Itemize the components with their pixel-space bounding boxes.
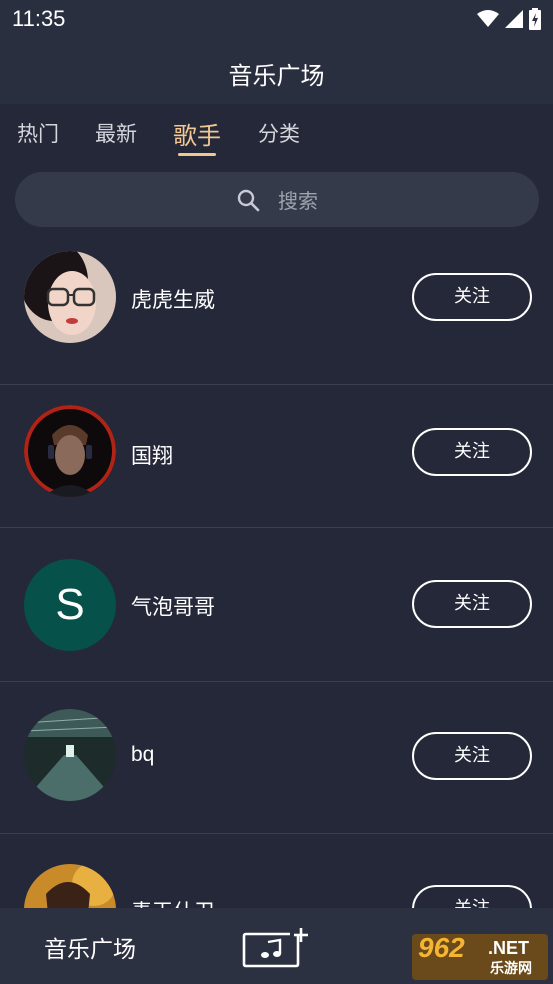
singer-avatar	[24, 405, 116, 497]
search-bar[interactable]: 搜索	[15, 172, 539, 227]
singer-name: 国翔	[131, 444, 173, 468]
singer-avatar-letter: S	[24, 559, 116, 651]
status-icons	[477, 8, 541, 30]
tab-categories[interactable]: 分类	[258, 118, 300, 148]
header: 音乐广场	[0, 38, 553, 104]
watermark-logo: 962 .NET 乐游网	[412, 932, 548, 980]
tab-latest[interactable]: 最新	[95, 118, 137, 148]
singer-row[interactable]: 虎虎生威 关注	[0, 232, 553, 385]
singer-row[interactable]: 毒王什卫 关注	[0, 834, 553, 908]
singer-name: 毒王什卫	[131, 896, 215, 908]
tab-singers[interactable]: 歌手	[173, 116, 221, 151]
search-icon	[237, 189, 260, 211]
follow-button[interactable]: 关注	[412, 885, 532, 908]
battery-icon	[529, 8, 541, 30]
active-tab-indicator	[178, 153, 216, 156]
singer-row[interactable]: S 气泡哥哥 关注	[0, 529, 553, 682]
follow-button[interactable]: 关注	[412, 428, 532, 476]
singer-name: 气泡哥哥	[131, 595, 215, 619]
follow-button[interactable]: 关注	[412, 732, 532, 780]
singer-avatar	[24, 864, 116, 908]
singer-row[interactable]: 国翔 关注	[0, 375, 553, 528]
follow-button[interactable]: 关注	[412, 580, 532, 628]
signal-icon	[505, 10, 523, 28]
search-placeholder: 搜索	[278, 189, 318, 213]
status-bar: 11:35	[0, 0, 553, 38]
singer-list: 虎虎生威 关注 国翔 关注 S 气泡哥哥 关注 bq 关注	[0, 232, 553, 908]
singer-name: bq	[131, 743, 155, 766]
status-time: 11:35	[12, 6, 66, 31]
singer-avatar	[24, 709, 116, 801]
singer-row[interactable]: bq 关注	[0, 681, 553, 834]
wifi-icon	[477, 10, 499, 27]
music-add-icon[interactable]	[242, 928, 310, 968]
tab-hot[interactable]: 热门	[17, 118, 59, 148]
nav-music-square[interactable]: 音乐广场	[44, 930, 136, 964]
follow-button[interactable]: 关注	[412, 273, 532, 321]
singer-name: 虎虎生威	[131, 288, 215, 312]
tab-bar: 热门 最新 歌手 分类	[0, 104, 553, 168]
page-title: 音乐广场	[228, 62, 325, 90]
singer-avatar	[24, 251, 116, 343]
